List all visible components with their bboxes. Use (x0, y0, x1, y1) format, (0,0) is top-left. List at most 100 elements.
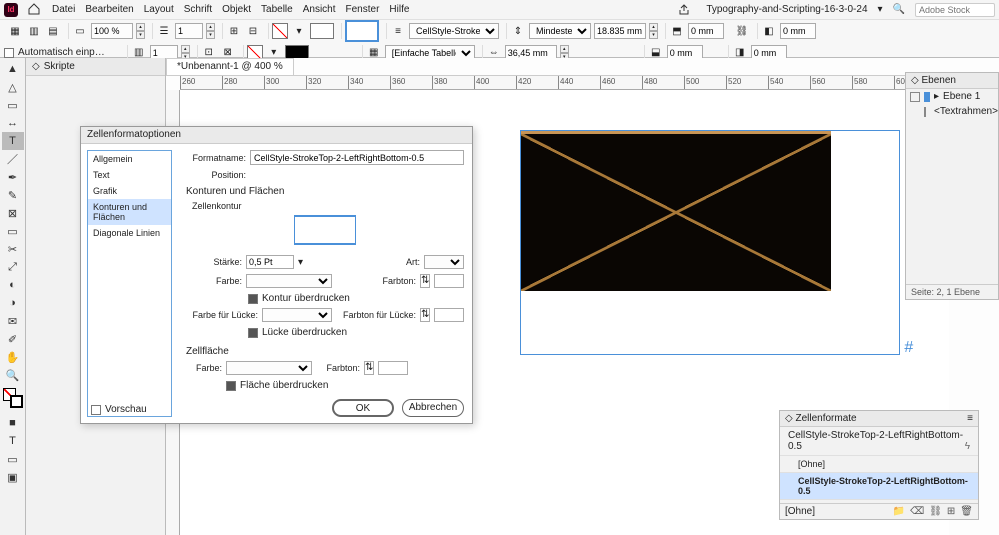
nav-diagonal[interactable]: Diagonale Linien (88, 225, 171, 241)
layers-panel-title[interactable]: ◇ Ebenen (906, 73, 998, 89)
hand-tool[interactable]: ✋ (2, 348, 24, 366)
tint-spinner[interactable]: ⇅ (420, 274, 430, 288)
pen-tool[interactable]: ✒ (2, 168, 24, 186)
page-tool[interactable]: ▭ (2, 96, 24, 114)
merge2-icon[interactable]: ⊟ (245, 23, 261, 39)
chevron-down-icon[interactable]: ▾ (878, 4, 883, 15)
rows-spinner[interactable]: ▴▾ (206, 23, 215, 39)
table-cell[interactable] (521, 131, 831, 291)
scripts-panel-title[interactable]: ◇ Skripte (26, 58, 165, 76)
tint-input[interactable] (434, 274, 464, 288)
gradient-feather-tool[interactable]: ◑ (2, 294, 24, 312)
screen-mode-tool[interactable]: ▣ (2, 468, 24, 486)
zoom-input[interactable] (91, 23, 133, 39)
cellstyle-select[interactable]: CellStyle-StrokeTop-2-LeftRi… (409, 23, 499, 39)
panel-menu-icon[interactable]: ≡ (967, 413, 973, 424)
overprint-contour-checkbox[interactable] (248, 294, 258, 304)
home-icon[interactable] (28, 3, 42, 17)
clear-icon[interactable]: ⌫ (910, 506, 924, 517)
layer-item-frame[interactable]: <Textrahmen> (906, 104, 998, 119)
rows-input[interactable] (175, 23, 203, 39)
height-spinner[interactable]: ▴▾ (649, 23, 658, 39)
fill-stroke-control[interactable] (3, 388, 23, 408)
strength-input[interactable] (246, 255, 294, 269)
project-name[interactable]: Typography-and-Scripting-16-3-0-24 (706, 4, 867, 15)
nav-konturen[interactable]: Konturen und Flächen (88, 199, 171, 225)
grid-icon[interactable]: ▦ (7, 23, 23, 39)
swatch-dd-icon[interactable]: ▾ (291, 23, 307, 39)
preview-checkbox[interactable] (91, 405, 101, 415)
scissors-tool[interactable]: ✂ (2, 240, 24, 258)
eye-icon[interactable] (924, 107, 926, 117)
format-text-tool[interactable]: T (2, 432, 24, 450)
color-select[interactable] (246, 274, 332, 288)
document-tab[interactable]: *Unbenannt-1 @ 400 % (166, 58, 294, 75)
gaptint-input[interactable] (434, 308, 464, 322)
inset-top-input[interactable] (688, 23, 724, 39)
apply-color-tool[interactable]: ■ (2, 414, 24, 432)
share-icon[interactable] (678, 4, 690, 16)
gradient-swatch-tool[interactable]: ◐ (2, 276, 24, 294)
gap-tool[interactable]: ↔ (2, 114, 24, 132)
height-input[interactable] (594, 23, 646, 39)
menu-ansicht[interactable]: Ansicht (303, 4, 336, 15)
white-swatch[interactable] (310, 23, 334, 39)
line-tool[interactable]: ／ (2, 150, 24, 168)
direct-select-tool[interactable]: △ (2, 78, 24, 96)
fill-color-select[interactable] (226, 361, 312, 375)
style-selected[interactable]: CellStyle-StrokeTop-2-LeftRightBottom-0.… (780, 473, 978, 500)
type-tool[interactable]: T (2, 132, 24, 150)
fill-tint-input[interactable] (378, 361, 408, 375)
menu-hilfe[interactable]: Hilfe (389, 4, 409, 15)
cell-contour-preview[interactable] (294, 215, 356, 245)
link-icon[interactable]: ⛓ (929, 506, 942, 517)
nav-grafik[interactable]: Grafik (88, 183, 171, 199)
zoom-tool[interactable]: 🔍 (2, 366, 24, 384)
menu-fenster[interactable]: Fenster (346, 4, 380, 15)
nav-text[interactable]: Text (88, 167, 171, 183)
folder-icon[interactable]: 📁 (893, 506, 905, 517)
menu-bearbeiten[interactable]: Bearbeiten (85, 4, 133, 15)
eyedropper-tool[interactable]: ✐ (2, 330, 24, 348)
link-icon[interactable]: ⛓ (734, 23, 750, 39)
layer-row-1[interactable]: ▸Ebene 1 (906, 89, 998, 104)
type-select[interactable] (424, 255, 464, 269)
inset-left-input[interactable] (780, 23, 816, 39)
constraint-select[interactable]: Mindestens (529, 23, 591, 39)
trash-icon[interactable]: 🗑 (960, 506, 973, 517)
rect-frame-tool[interactable]: ⊠ (2, 204, 24, 222)
grid3-icon[interactable]: ▤ (45, 23, 61, 39)
nav-allgemein[interactable]: Allgemein (88, 151, 171, 167)
text-frame[interactable]: # (520, 130, 900, 355)
menu-datei[interactable]: Datei (52, 4, 75, 15)
style-none[interactable]: [Ohne] (780, 456, 978, 473)
strength-dd-icon[interactable]: ▾ (298, 257, 303, 268)
autofit-checkbox[interactable] (4, 48, 14, 58)
menu-layout[interactable]: Layout (144, 4, 174, 15)
pencil-tool[interactable]: ✎ (2, 186, 24, 204)
overprint-fill-checkbox[interactable] (226, 381, 236, 391)
zoom-spinner[interactable]: ▴▾ (136, 23, 145, 39)
search-input[interactable] (915, 3, 995, 17)
selection-tool[interactable]: ▲ (2, 60, 24, 78)
gapcolor-select[interactable] (262, 308, 332, 322)
cellstyles-title[interactable]: ◇ Zellenformate (785, 413, 857, 424)
rect-tool[interactable]: ▭ (2, 222, 24, 240)
menu-schrift[interactable]: Schrift (184, 4, 212, 15)
merge-icon[interactable]: ⊞ (226, 23, 242, 39)
overprint-gap-checkbox[interactable] (248, 328, 258, 338)
menu-tabelle[interactable]: Tabelle (261, 4, 293, 15)
eye-icon[interactable] (910, 92, 920, 102)
grid2-icon[interactable]: ▥ (26, 23, 42, 39)
formatname-input[interactable] (250, 150, 464, 165)
free-transform-tool[interactable]: ⤢ (2, 258, 24, 276)
fill-none-swatch[interactable] (272, 23, 288, 39)
fill-tint-spinner[interactable]: ⇅ (364, 361, 374, 375)
note-tool[interactable]: ✉ (2, 312, 24, 330)
view-mode-tool[interactable]: ▭ (2, 450, 24, 468)
new-icon[interactable]: ⊞ (947, 506, 955, 517)
ok-button[interactable]: OK (332, 399, 394, 417)
menu-objekt[interactable]: Objekt (222, 4, 251, 15)
cancel-button[interactable]: Abbrechen (402, 399, 464, 417)
gaptint-spinner[interactable]: ⇅ (420, 308, 430, 322)
